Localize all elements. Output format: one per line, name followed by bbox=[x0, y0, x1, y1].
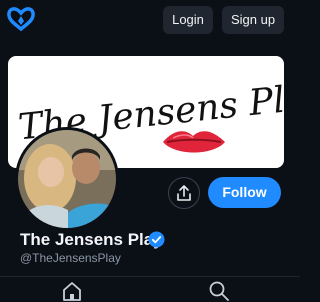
bottom-nav bbox=[0, 276, 300, 301]
top-bar: Login Sign up bbox=[0, 0, 300, 38]
couple-photo-avatar bbox=[18, 130, 116, 228]
login-button[interactable]: Login bbox=[163, 6, 213, 34]
signup-button[interactable]: Sign up bbox=[222, 6, 284, 34]
share-button[interactable] bbox=[168, 177, 200, 209]
lips-kiss-graphic bbox=[163, 131, 225, 153]
display-name: The Jensens Play bbox=[20, 230, 163, 249]
handle: @TheJensensPlay bbox=[20, 251, 121, 265]
avatar[interactable] bbox=[15, 127, 119, 231]
follow-button[interactable]: Follow bbox=[208, 177, 281, 208]
search-icon[interactable] bbox=[208, 280, 230, 302]
share-icon bbox=[177, 185, 191, 201]
home-icon[interactable] bbox=[61, 280, 83, 302]
verified-check-icon bbox=[148, 231, 165, 248]
butterfly-logo-icon[interactable] bbox=[6, 5, 36, 33]
